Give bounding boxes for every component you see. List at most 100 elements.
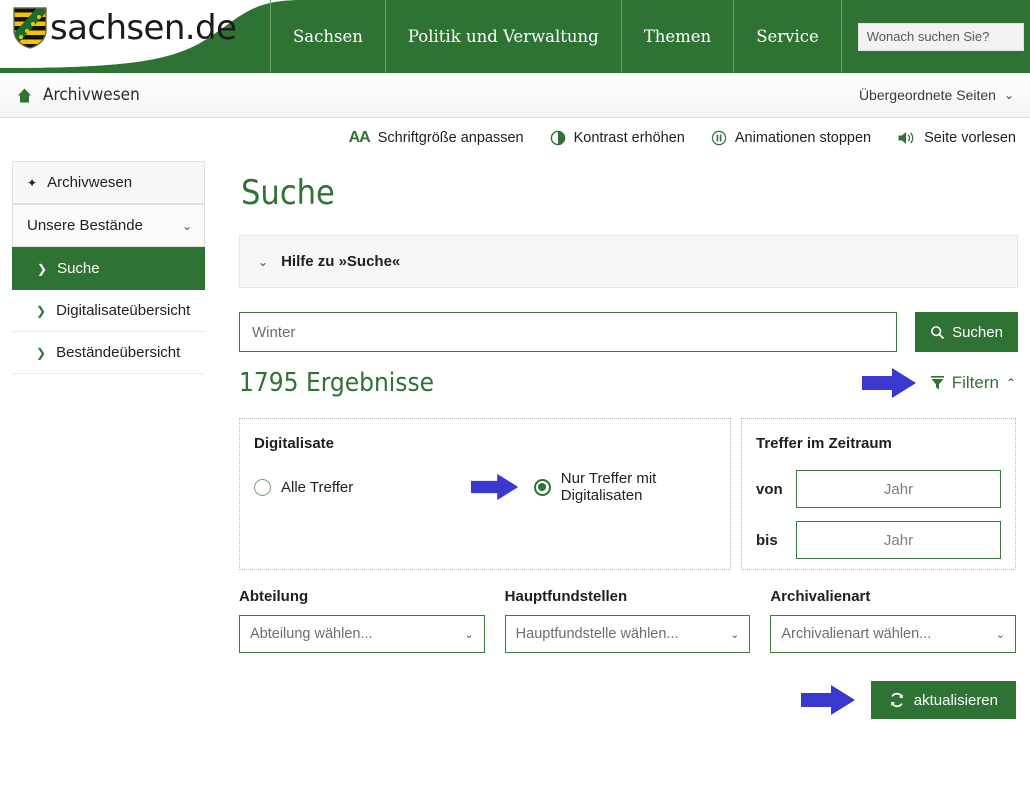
header-search-container <box>842 0 1030 73</box>
a11y-contrast-button[interactable]: Kontrast erhöhen <box>550 130 685 146</box>
diamond-icon: ✦ <box>27 175 38 190</box>
search-input[interactable] <box>239 312 897 352</box>
a11y-stop-animations-button[interactable]: Animationen stoppen <box>711 130 871 146</box>
a11y-read-aloud-label: Seite vorlesen <box>924 130 1016 146</box>
refresh-icon <box>890 692 903 708</box>
radio-option-nur-treffer-mit-digitalisaten[interactable]: Nur Treffer mit Digitalisaten <box>533 470 716 504</box>
chevron-down-icon: ⌄ <box>995 628 1006 641</box>
header-search-box <box>857 22 1030 51</box>
nav-item-politik-und-verwaltung[interactable]: Politik und Verwaltung <box>386 0 622 73</box>
logo-text: sachsen.de <box>50 8 237 48</box>
search-icon <box>931 325 945 339</box>
parent-pages-dropdown[interactable]: Übergeordnete Seiten ⌄ <box>859 87 1014 103</box>
a11y-stop-animations-label: Animationen stoppen <box>734 130 872 146</box>
filter-group: Filtern ⌃ <box>861 366 1016 400</box>
select-label-hauptfundstellen: Hauptfundstellen <box>504 588 628 605</box>
zeitraum-from-label: von <box>756 480 783 498</box>
select-col-abteilung: Abteilung Abteilung wählen... ⌄ <box>239 588 485 653</box>
contrast-icon <box>550 130 565 146</box>
arrow-to-filtern <box>861 368 916 398</box>
sidebar-item-archivwesen[interactable]: ✦ Archivwesen <box>12 161 205 204</box>
arrow-icon: ❯ <box>36 345 47 360</box>
chevron-down-icon: ⌄ <box>1003 88 1014 102</box>
sidebar-item-bestaendeuebersicht[interactable]: ❯ Beständeübersicht <box>12 332 205 374</box>
chevron-down-icon: ⌄ <box>730 628 740 641</box>
filter-panels: Digitalisate Alle Treffer Nur Treffer mi… <box>239 418 1016 570</box>
arrow-icon: ❯ <box>37 261 48 276</box>
search-row: Suchen <box>239 312 1018 352</box>
update-results-label: aktualisieren <box>913 691 998 709</box>
nav-item-service[interactable]: Service <box>734 0 842 73</box>
arrow-to-aktualisieren <box>800 685 855 715</box>
sidebar-item-digitalisateuebersicht[interactable]: ❯ Digitalisateübersicht <box>12 290 205 332</box>
update-row: aktualisieren <box>239 681 1016 719</box>
search-submit-button[interactable]: Suchen <box>915 312 1018 352</box>
parent-pages-label: Übergeordnete Seiten <box>858 87 996 103</box>
update-results-button[interactable]: aktualisieren <box>870 681 1016 719</box>
nav-item-themen[interactable]: Themen <box>622 0 735 73</box>
select-abteilung-value: Abteilung wählen... <box>250 626 373 642</box>
select-col-archivalienart: Archivalienart Archivalienart wählen... … <box>770 588 1017 653</box>
funnel-icon <box>930 376 944 390</box>
zeitraum-from-row: von <box>756 470 1001 508</box>
sidebar-item-label: Suche <box>57 260 100 277</box>
sidebar-item-suche[interactable]: ❯ Suche <box>12 247 205 290</box>
zeitraum-to-input[interactable] <box>796 521 1001 559</box>
site-logo[interactable]: sachsen.de <box>12 6 237 50</box>
arrow-icon: ❯ <box>36 303 47 318</box>
main-navigation: Sachsen Politik und Verwaltung Themen Se… <box>270 0 1030 73</box>
select-archivalienart-value: Archivalienart wählen... <box>781 626 932 642</box>
saxony-coat-of-arms-icon <box>13 7 47 49</box>
select-label-archivalienart: Archivalienart <box>770 588 871 605</box>
site-header: sachsen.de Sachsen Politik und Verwaltun… <box>0 0 1030 73</box>
select-label-abteilung: Abteilung <box>239 588 309 605</box>
sidebar-item-label: Beständeübersicht <box>56 344 181 361</box>
select-abteilung[interactable]: Abteilung wählen... ⌄ <box>239 615 485 653</box>
speaker-icon <box>898 132 914 144</box>
select-hauptfundstellen[interactable]: Hauptfundstelle wählen... ⌄ <box>504 615 751 653</box>
breadcrumb-current-container[interactable]: Archivwesen <box>16 85 140 105</box>
sidebar-item-unsere-bestaende[interactable]: Unsere Bestände ⌄ <box>12 204 205 247</box>
zeitraum-to-row: bis <box>756 521 1001 559</box>
nav-item-sachsen[interactable]: Sachsen <box>270 0 386 73</box>
search-submit-label: Suchen <box>952 323 1003 341</box>
chevron-down-icon: ⌄ <box>258 254 269 269</box>
radio-option-label: Alle Treffer <box>281 478 354 496</box>
sidebar: ✦ Archivwesen Unsere Bestände ⌄ ❯ Suche … <box>0 157 205 374</box>
panel-digitalisate: Digitalisate Alle Treffer Nur Treffer mi… <box>239 418 731 570</box>
filter-toggle[interactable]: Filtern ⌃ <box>930 373 1016 393</box>
results-count: 1795 Ergebnisse <box>239 368 435 398</box>
main-content: Suche ⌄ Hilfe zu »Suche« Suchen 1795 Erg… <box>205 157 1030 719</box>
a11y-read-aloud-button[interactable]: Seite vorlesen <box>897 130 1016 146</box>
help-accordion[interactable]: ⌄ Hilfe zu »Suche« <box>239 235 1018 288</box>
sidebar-item-label: Unsere Bestände <box>27 217 143 234</box>
sidebar-item-label: Digitalisateübersicht <box>56 302 191 319</box>
help-accordion-label: Hilfe zu »Suche« <box>281 253 401 270</box>
select-row: Abteilung Abteilung wählen... ⌄ Hauptfun… <box>239 588 1017 653</box>
radio-indicator <box>254 478 271 496</box>
header-search-input[interactable] <box>858 23 1030 50</box>
breadcrumb-current-label: Archivwesen <box>43 85 140 105</box>
radio-option-label: Nur Treffer mit Digitalisaten <box>560 470 657 504</box>
accessibility-toolbar: AA Schriftgröße anpassen Kontrast erhöhe… <box>0 118 1030 157</box>
page-layout: ✦ Archivwesen Unsere Bestände ⌄ ❯ Suche … <box>0 157 1030 719</box>
page-title: Suche <box>241 173 335 213</box>
arrow-to-digitalisate-radio <box>470 473 519 501</box>
radio-option-alle-treffer[interactable]: Alle Treffer <box>254 478 471 496</box>
zeitraum-from-input[interactable] <box>796 470 1001 508</box>
a11y-font-size-button[interactable]: AA Schriftgröße anpassen <box>349 129 524 147</box>
pause-icon <box>711 130 727 146</box>
a11y-font-size-label: Schriftgröße anpassen <box>377 130 524 146</box>
radio-indicator <box>533 478 551 496</box>
breadcrumb: Archivwesen Übergeordnete Seiten ⌄ <box>0 73 1030 118</box>
a11y-contrast-label: Kontrast erhöhen <box>573 130 685 146</box>
chevron-up-icon: ⌃ <box>1005 376 1016 390</box>
chevron-down-icon: ⌄ <box>181 218 192 233</box>
panel-digitalisate-title: Digitalisate <box>254 435 335 452</box>
panel-zeitraum: Treffer im Zeitraum von bis <box>741 418 1016 570</box>
select-col-hauptfundstellen: Hauptfundstellen Hauptfundstelle wählen.… <box>504 588 751 653</box>
results-row: 1795 Ergebnisse Filtern ⌃ <box>239 366 1016 400</box>
select-hauptfundstellen-value: Hauptfundstelle wählen... <box>515 626 679 642</box>
font-size-icon: AA <box>348 129 371 146</box>
select-archivalienart[interactable]: Archivalienart wählen... ⌄ <box>770 615 1017 653</box>
